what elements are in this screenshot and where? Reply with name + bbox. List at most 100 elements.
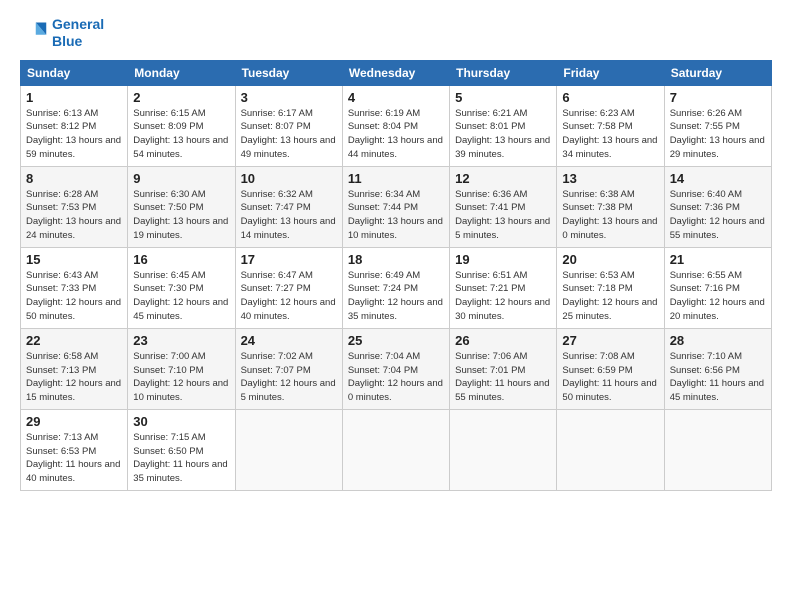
col-header-wednesday: Wednesday — [342, 60, 449, 85]
day-number: 18 — [348, 252, 444, 267]
day-info: Sunrise: 6:23 AMSunset: 7:58 PMDaylight:… — [562, 107, 658, 162]
day-number: 5 — [455, 90, 551, 105]
calendar-day-26: 26 Sunrise: 7:06 AMSunset: 7:01 PMDayligh… — [450, 328, 557, 409]
day-info: Sunrise: 6:45 AMSunset: 7:30 PMDaylight:… — [133, 269, 229, 324]
day-info: Sunrise: 6:40 AMSunset: 7:36 PMDaylight:… — [670, 188, 766, 243]
calendar-day-20: 20 Sunrise: 6:53 AMSunset: 7:18 PMDayligh… — [557, 247, 664, 328]
day-info: Sunrise: 6:13 AMSunset: 8:12 PMDaylight:… — [26, 107, 122, 162]
calendar-week-2: 8 Sunrise: 6:28 AMSunset: 7:53 PMDaylight… — [21, 166, 772, 247]
col-header-thursday: Thursday — [450, 60, 557, 85]
day-info: Sunrise: 7:04 AMSunset: 7:04 PMDaylight:… — [348, 350, 444, 405]
calendar-day-21: 21 Sunrise: 6:55 AMSunset: 7:16 PMDayligh… — [664, 247, 771, 328]
col-header-sunday: Sunday — [21, 60, 128, 85]
day-number: 14 — [670, 171, 766, 186]
calendar-day-14: 14 Sunrise: 6:40 AMSunset: 7:36 PMDayligh… — [664, 166, 771, 247]
logo: General Blue — [20, 16, 104, 50]
calendar-day-22: 22 Sunrise: 6:58 AMSunset: 7:13 PMDayligh… — [21, 328, 128, 409]
calendar-day-7: 7 Sunrise: 6:26 AMSunset: 7:55 PMDaylight… — [664, 85, 771, 166]
logo-text: General Blue — [52, 16, 104, 50]
day-number: 1 — [26, 90, 122, 105]
day-info: Sunrise: 7:15 AMSunset: 6:50 PMDaylight:… — [133, 431, 229, 486]
calendar-week-3: 15 Sunrise: 6:43 AMSunset: 7:33 PMDayligh… — [21, 247, 772, 328]
col-header-monday: Monday — [128, 60, 235, 85]
day-number: 11 — [348, 171, 444, 186]
calendar-day-24: 24Sunrise: 7:02 AMSunset: 7:07 PMDayligh… — [235, 328, 342, 409]
empty-cell — [450, 409, 557, 490]
day-number: 20 — [562, 252, 658, 267]
day-number: 19 — [455, 252, 551, 267]
day-info: Sunrise: 6:26 AMSunset: 7:55 PMDaylight:… — [670, 107, 766, 162]
day-info: Sunrise: 6:28 AMSunset: 7:53 PMDaylight:… — [26, 188, 122, 243]
day-number: 30 — [133, 414, 229, 429]
calendar-day-2: 2Sunrise: 6:15 AMSunset: 8:09 PMDaylight… — [128, 85, 235, 166]
empty-cell — [235, 409, 342, 490]
day-info: Sunrise: 7:00 AMSunset: 7:10 PMDaylight:… — [133, 350, 229, 405]
day-number: 12 — [455, 171, 551, 186]
day-number: 29 — [26, 414, 122, 429]
day-number: 7 — [670, 90, 766, 105]
calendar-table: SundayMondayTuesdayWednesdayThursdayFrid… — [20, 60, 772, 491]
page: General Blue SundayMondayTuesdayWednesda… — [0, 0, 792, 612]
day-info: Sunrise: 6:34 AMSunset: 7:44 PMDaylight:… — [348, 188, 444, 243]
day-number: 13 — [562, 171, 658, 186]
day-info: Sunrise: 6:21 AMSunset: 8:01 PMDaylight:… — [455, 107, 551, 162]
col-header-saturday: Saturday — [664, 60, 771, 85]
calendar-week-1: 1 Sunrise: 6:13 AMSunset: 8:12 PMDaylight… — [21, 85, 772, 166]
day-number: 28 — [670, 333, 766, 348]
calendar-day-23: 23 Sunrise: 7:00 AMSunset: 7:10 PMDayligh… — [128, 328, 235, 409]
day-number: 16 — [133, 252, 229, 267]
day-info: Sunrise: 6:49 AMSunset: 7:24 PMDaylight:… — [348, 269, 444, 324]
day-info: Sunrise: 6:38 AMSunset: 7:38 PMDaylight:… — [562, 188, 658, 243]
day-number: 26 — [455, 333, 551, 348]
day-number: 25 — [348, 333, 444, 348]
day-number: 3 — [241, 90, 337, 105]
calendar-day-8: 8 Sunrise: 6:28 AMSunset: 7:53 PMDaylight… — [21, 166, 128, 247]
calendar-day-15: 15 Sunrise: 6:43 AMSunset: 7:33 PMDayligh… — [21, 247, 128, 328]
calendar-day-27: 27 Sunrise: 7:08 AMSunset: 6:59 PMDayligh… — [557, 328, 664, 409]
day-info: Sunrise: 6:17 AMSunset: 8:07 PMDaylight:… — [241, 107, 337, 162]
day-number: 8 — [26, 171, 122, 186]
logo-icon — [20, 19, 48, 47]
calendar-day-30: 30 Sunrise: 7:15 AMSunset: 6:50 PMDayligh… — [128, 409, 235, 490]
empty-cell — [664, 409, 771, 490]
day-info: Sunrise: 6:19 AMSunset: 8:04 PMDaylight:… — [348, 107, 444, 162]
day-info: Sunrise: 6:55 AMSunset: 7:16 PMDaylight:… — [670, 269, 766, 324]
day-number: 23 — [133, 333, 229, 348]
day-info: Sunrise: 6:30 AMSunset: 7:50 PMDaylight:… — [133, 188, 229, 243]
day-number: 21 — [670, 252, 766, 267]
day-info: Sunrise: 7:10 AMSunset: 6:56 PMDaylight:… — [670, 350, 766, 405]
calendar-day-16: 16 Sunrise: 6:45 AMSunset: 7:30 PMDayligh… — [128, 247, 235, 328]
calendar-day-17: 17 Sunrise: 6:47 AMSunset: 7:27 PMDayligh… — [235, 247, 342, 328]
day-number: 9 — [133, 171, 229, 186]
day-info: Sunrise: 7:06 AMSunset: 7:01 PMDaylight:… — [455, 350, 551, 405]
day-number: 27 — [562, 333, 658, 348]
day-info: Sunrise: 6:43 AMSunset: 7:33 PMDaylight:… — [26, 269, 122, 324]
col-header-friday: Friday — [557, 60, 664, 85]
calendar-week-4: 22 Sunrise: 6:58 AMSunset: 7:13 PMDayligh… — [21, 328, 772, 409]
calendar-day-9: 9 Sunrise: 6:30 AMSunset: 7:50 PMDaylight… — [128, 166, 235, 247]
day-info: Sunrise: 7:02 AMSunset: 7:07 PMDaylight:… — [241, 350, 337, 405]
day-number: 10 — [241, 171, 337, 186]
calendar-day-13: 13 Sunrise: 6:38 AMSunset: 7:38 PMDayligh… — [557, 166, 664, 247]
day-info: Sunrise: 6:32 AMSunset: 7:47 PMDaylight:… — [241, 188, 337, 243]
day-info: Sunrise: 6:47 AMSunset: 7:27 PMDaylight:… — [241, 269, 337, 324]
header-row: SundayMondayTuesdayWednesdayThursdayFrid… — [21, 60, 772, 85]
calendar-day-10: 10 Sunrise: 6:32 AMSunset: 7:47 PMDayligh… — [235, 166, 342, 247]
day-info: Sunrise: 6:51 AMSunset: 7:21 PMDaylight:… — [455, 269, 551, 324]
day-number: 4 — [348, 90, 444, 105]
calendar-week-5: 29Sunrise: 7:13 AMSunset: 6:53 PMDayligh… — [21, 409, 772, 490]
empty-cell — [342, 409, 449, 490]
day-info: Sunrise: 6:58 AMSunset: 7:13 PMDaylight:… — [26, 350, 122, 405]
day-info: Sunrise: 6:53 AMSunset: 7:18 PMDaylight:… — [562, 269, 658, 324]
day-number: 22 — [26, 333, 122, 348]
calendar-day-25: 25 Sunrise: 7:04 AMSunset: 7:04 PMDayligh… — [342, 328, 449, 409]
calendar-day-5: 5 Sunrise: 6:21 AMSunset: 8:01 PMDaylight… — [450, 85, 557, 166]
day-number: 15 — [26, 252, 122, 267]
calendar-day-6: 6Sunrise: 6:23 AMSunset: 7:58 PMDaylight… — [557, 85, 664, 166]
header: General Blue — [20, 16, 772, 50]
calendar-day-29: 29Sunrise: 7:13 AMSunset: 6:53 PMDayligh… — [21, 409, 128, 490]
calendar-day-12: 12Sunrise: 6:36 AMSunset: 7:41 PMDayligh… — [450, 166, 557, 247]
day-info: Sunrise: 6:15 AMSunset: 8:09 PMDaylight:… — [133, 107, 229, 162]
day-number: 17 — [241, 252, 337, 267]
day-info: Sunrise: 7:08 AMSunset: 6:59 PMDaylight:… — [562, 350, 658, 405]
